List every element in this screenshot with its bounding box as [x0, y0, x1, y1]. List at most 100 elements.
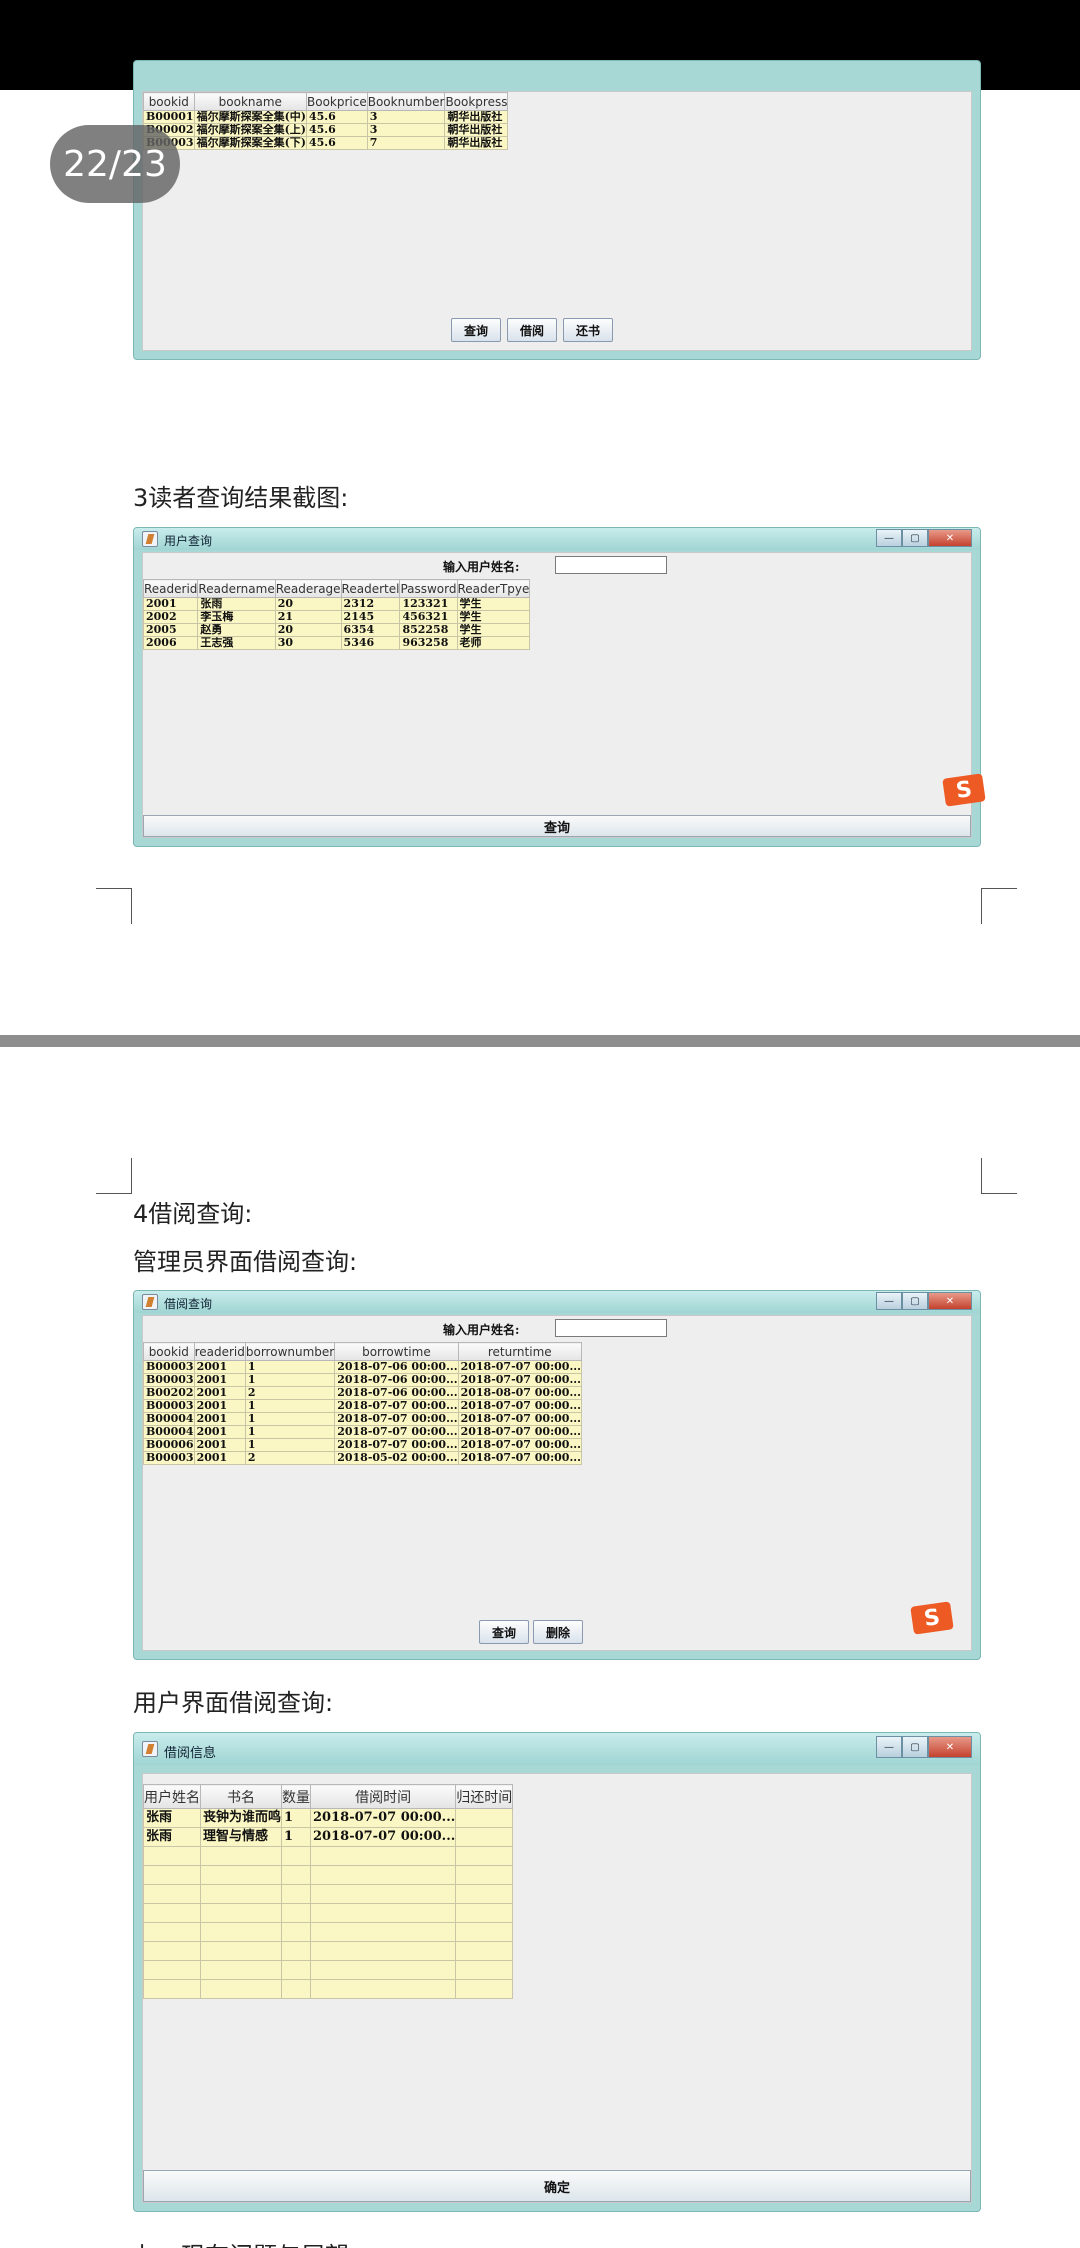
- column-header[interactable]: ReaderTpye: [456, 579, 531, 598]
- table-cell: 2001: [193, 1373, 246, 1387]
- table-cell: [310, 1865, 457, 1885]
- table-row[interactable]: B00006 2001 1 2018-07-07 00:00... 2018-07-07…: [143, 1438, 582, 1452]
- table-cell: 2001: [142, 597, 199, 611]
- table-row[interactable]: 2006 王志强 30 5346 963258 老师: [142, 636, 531, 650]
- table-cell: 李玉梅: [197, 610, 276, 624]
- table-row[interactable]: 张雨 理智与情感 1 2018-07-07 00:00...: [143, 1827, 514, 1847]
- table-row[interactable]: 2001 张雨 20 2312 123321 学生: [142, 597, 531, 611]
- maximize-icon[interactable]: ▢: [902, 1736, 928, 1758]
- column-header[interactable]: Readerid: [142, 579, 199, 598]
- table-row[interactable]: [143, 1979, 514, 1999]
- column-header[interactable]: borrownumber: [244, 1342, 336, 1361]
- table-row[interactable]: B00004 2001 1 2018-07-07 00:00... 2018-07-07…: [143, 1412, 582, 1426]
- maximize-icon[interactable]: ▢: [902, 1292, 928, 1310]
- table-row[interactable]: B00003 2001 2 2018-05-02 00:00... 2018-07-07…: [143, 1451, 582, 1465]
- page-corner-mark: [96, 1158, 132, 1194]
- table-row[interactable]: B00001 福尔摩斯探案全集(中) 45.6 3 朝华出版社: [143, 110, 509, 124]
- reader-search-button[interactable]: 查询: [143, 815, 971, 837]
- table-cell: 2312: [340, 597, 401, 611]
- minimize-icon[interactable]: —: [876, 529, 902, 547]
- column-header[interactable]: bookname: [193, 92, 308, 111]
- page-separator: [0, 1035, 1080, 1047]
- table-row[interactable]: B00003福尔摩斯探案全集(下)45.67朝华出版社: [143, 136, 509, 150]
- column-header[interactable]: readerid: [193, 1342, 246, 1361]
- close-icon[interactable]: ✕: [928, 529, 972, 547]
- table-cell: 赵勇: [197, 623, 276, 637]
- table-row[interactable]: [143, 1922, 514, 1942]
- admin-search-button[interactable]: 查询: [479, 1620, 529, 1644]
- borrow-button[interactable]: 借阅: [507, 318, 557, 342]
- column-header[interactable]: bookid: [143, 1342, 195, 1361]
- user-window-body: 用户姓名 书名 数量 借阅时间 归还时间 张雨 丧钟为谁而鸣 1 2018-07-07 00:…: [142, 1773, 972, 2203]
- minimize-icon[interactable]: —: [876, 1292, 902, 1310]
- admin-name-input[interactable]: [555, 1319, 667, 1337]
- table-row[interactable]: B00004 2001 1 2018-07-07 00:00... 2018-07-07…: [143, 1425, 582, 1439]
- column-header[interactable]: 用户姓名: [143, 1784, 201, 1809]
- sogou-ime-icon[interactable]: S: [942, 773, 986, 807]
- table-row[interactable]: B00003 2001 1 2018-07-06 00:00... 2018-07-07…: [143, 1373, 582, 1387]
- book-search-button[interactable]: 查询: [451, 318, 501, 342]
- table-cell: 2018-07-07 00:00...: [457, 1412, 582, 1426]
- heading-reader-query: 3读者查询结果截图:: [133, 484, 349, 512]
- table-cell: 朝华出版社: [444, 123, 509, 137]
- column-header[interactable]: 书名: [199, 1784, 283, 1809]
- table-cell: B00001: [143, 110, 195, 124]
- table-cell: [143, 1979, 201, 1999]
- table-cell: 王志强: [197, 636, 276, 650]
- table-row[interactable]: 张雨 丧钟为谁而鸣 1 2018-07-07 00:00...: [143, 1808, 514, 1828]
- table-row[interactable]: B00202 2001 2 2018-07-06 00:00... 2018-08-07…: [143, 1386, 582, 1400]
- table-cell: [455, 1922, 514, 1942]
- column-header[interactable]: returntime: [457, 1342, 582, 1361]
- table-cell: [281, 1960, 312, 1980]
- reader-name-input[interactable]: [555, 556, 667, 574]
- page-counter-badge: 22/23: [50, 125, 180, 203]
- table-cell: 2018-07-07 00:00...: [457, 1451, 582, 1465]
- column-header[interactable]: Bookpress: [444, 92, 509, 111]
- table-cell: [199, 1865, 283, 1885]
- table-cell: [281, 1846, 312, 1866]
- table-cell: 1: [244, 1399, 336, 1413]
- table-row[interactable]: [143, 1941, 514, 1961]
- table-row[interactable]: B00003 2001 1 2018-07-07 00:00... 2018-07-07…: [143, 1399, 582, 1413]
- table-cell: 7: [366, 136, 446, 150]
- table-row[interactable]: B00002 福尔摩斯探案全集(上) 45.6 3 朝华出版社: [143, 123, 509, 137]
- table-row[interactable]: [143, 1903, 514, 1923]
- return-book-button[interactable]: 还书: [563, 318, 613, 342]
- table-cell: 45.6: [306, 136, 368, 150]
- column-header[interactable]: Readerage: [274, 579, 342, 598]
- table-cell: [199, 1922, 283, 1942]
- table-row[interactable]: [143, 1846, 514, 1866]
- sogou-ime-icon[interactable]: S: [910, 1601, 954, 1635]
- column-header[interactable]: Password: [399, 579, 458, 598]
- table-cell: [281, 1979, 312, 1999]
- column-header[interactable]: Booknumber: [366, 92, 446, 111]
- maximize-icon[interactable]: ▢: [902, 529, 928, 547]
- table-cell: [310, 1884, 457, 1904]
- table-row[interactable]: [143, 1884, 514, 1904]
- table-row[interactable]: [143, 1865, 514, 1885]
- column-header[interactable]: Readertel: [340, 579, 401, 598]
- table-cell: 6354: [340, 623, 401, 637]
- table-cell: [199, 1884, 283, 1904]
- column-header[interactable]: bookid: [143, 92, 195, 111]
- close-icon[interactable]: ✕: [928, 1292, 972, 1310]
- minimize-icon[interactable]: —: [876, 1736, 902, 1758]
- column-header[interactable]: Bookprice: [306, 92, 368, 111]
- table-row[interactable]: B00003 2001 1 2018-07-06 00:00... 2018-07-07…: [143, 1360, 582, 1374]
- table-cell: B00202: [143, 1386, 195, 1400]
- close-icon[interactable]: ✕: [928, 1736, 972, 1758]
- confirm-button[interactable]: 确定: [143, 2170, 971, 2202]
- table-row[interactable]: [143, 1960, 514, 1980]
- column-header[interactable]: Readername: [197, 579, 276, 598]
- reader-search-label: 输入用户姓名:: [443, 560, 520, 574]
- table-row[interactable]: 2005 赵勇 20 6354 852258 学生: [142, 623, 531, 637]
- column-header[interactable]: 归还时间: [455, 1784, 514, 1809]
- table-cell: 5346: [340, 636, 401, 650]
- column-header[interactable]: borrowtime: [334, 1342, 459, 1361]
- table-cell: B00003: [143, 1399, 195, 1413]
- delete-button[interactable]: 删除: [533, 1620, 583, 1644]
- table-row[interactable]: 2002 李玉梅 21 2145 456321 学生: [142, 610, 531, 624]
- column-header[interactable]: 数量: [281, 1784, 312, 1809]
- table-cell: B00003: [143, 1373, 195, 1387]
- column-header[interactable]: 借阅时间: [310, 1784, 457, 1809]
